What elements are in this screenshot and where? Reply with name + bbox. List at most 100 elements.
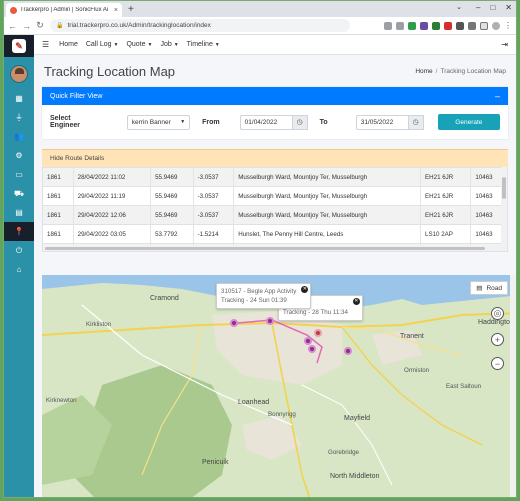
- breadcrumb-separator: /: [435, 67, 438, 75]
- map-marker[interactable]: [308, 345, 316, 353]
- sidebar-item-users[interactable]: 👥: [4, 127, 34, 146]
- users-icon: 👥: [14, 132, 24, 141]
- hamburger-icon[interactable]: ☰: [42, 40, 49, 49]
- top-navbar: ☰ Home Call Log ▼ Quote ▼ Job ▼ Timeline…: [34, 35, 516, 55]
- table-row[interactable]: 1861 29/04/2022 12:06 55.9469 -3.0537 Mussel…: [43, 205, 507, 225]
- close-window-icon[interactable]: ✕: [505, 3, 512, 12]
- collapse-icon[interactable]: –: [495, 91, 500, 101]
- clock-icon[interactable]: ◷: [291, 114, 308, 130]
- sidebar-item-desktop[interactable]: ▭: [4, 165, 34, 184]
- tab-bar: Trackerpro | Admin | SonicFlux Ai × + ⌄ …: [4, 1, 516, 17]
- road-label: Road: [486, 284, 502, 292]
- generate-button[interactable]: Generate: [437, 114, 500, 130]
- extension-purple-icon[interactable]: [420, 21, 428, 30]
- avatar[interactable]: [10, 65, 28, 83]
- map-label-mayfield: Mayfield: [344, 415, 371, 422]
- sidebar-item-plug[interactable]: ⏚: [4, 108, 34, 127]
- table-cell: Musselburgh Ward, Mountjoy Ter, Musselbu…: [233, 167, 422, 187]
- new-tab-button[interactable]: +: [128, 4, 134, 15]
- browser-menu-icon[interactable]: ⋮: [504, 21, 512, 30]
- to-date-value[interactable]: 31/05/2022: [355, 114, 408, 130]
- to-date-field[interactable]: 31/05/2022 ◷: [355, 114, 424, 130]
- nav-job[interactable]: Job ▼: [160, 41, 178, 48]
- grid-icon: ▦: [15, 94, 23, 103]
- forward-icon[interactable]: →: [22, 21, 31, 31]
- map-marker[interactable]: [230, 319, 238, 327]
- table-cell: 29/04/2022 11:19: [73, 186, 152, 206]
- nav-call-log[interactable]: Call Log ▼: [86, 41, 119, 48]
- table-cell: -1.5214: [193, 224, 235, 244]
- table-row[interactable]: 1861 29/04/2022 03:05 53.7792 -1.5214 Hunsle…: [43, 224, 507, 244]
- browser-tab[interactable]: Trackerpro | Admin | SonicFlux Ai ×: [6, 3, 122, 17]
- engineer-value: kerrin Banner: [131, 118, 171, 126]
- sidebar-item-truck[interactable]: ⛟: [4, 184, 34, 203]
- plug-alt-icon: ⏻: [15, 245, 23, 255]
- nav-home[interactable]: Home: [59, 41, 78, 48]
- route-details-card: Hide Route Details 1861 28/04/2022 11:02 5…: [42, 149, 508, 252]
- breadcrumb-home[interactable]: Home: [415, 68, 432, 75]
- bookmark-star-icon[interactable]: [396, 21, 404, 30]
- map-marker[interactable]: [304, 337, 312, 345]
- sidebar-item-warehouse[interactable]: ⌂: [4, 260, 34, 279]
- tracking-map[interactable]: Cramond Kirkliston Haddington Tranent Or…: [42, 275, 516, 497]
- tab-search-icon[interactable]: ⌄: [456, 3, 462, 12]
- nav-quote[interactable]: Quote ▼: [126, 41, 152, 48]
- popup-close-icon[interactable]: ✕: [352, 298, 360, 305]
- app-logo[interactable]: ✎: [4, 35, 34, 57]
- nav-timeline[interactable]: Timeline ▼: [187, 41, 220, 48]
- caret-down-icon: ▼: [113, 42, 119, 48]
- table-cell: EH21 6JR: [420, 205, 472, 225]
- map-label-kirknewton: Kirknewton: [46, 397, 77, 404]
- minimize-icon[interactable]: –: [476, 3, 480, 12]
- nav-job-label: Job: [160, 41, 172, 48]
- maximize-icon[interactable]: □: [490, 3, 495, 12]
- zoom-in-icon[interactable]: +: [491, 333, 504, 346]
- locate-me-icon[interactable]: ◎: [491, 307, 504, 320]
- extension-pdf-icon[interactable]: [444, 21, 452, 30]
- url-field[interactable]: 🔒 trial.trackerpro.co.uk/Admin/trackingl…: [50, 19, 350, 32]
- sidebar-item-dashboard[interactable]: ▦: [4, 89, 34, 108]
- profile-icon[interactable]: [492, 21, 500, 30]
- table-cell: 55.9469: [150, 186, 194, 206]
- sidebar-item-power[interactable]: ⏻: [4, 241, 34, 260]
- extension-dark-icon[interactable]: [456, 21, 464, 30]
- extension-sheets-icon[interactable]: [408, 21, 416, 30]
- table-row[interactable]: 1861 28/04/2022 11:02 55.9469 -3.0537 Mussel…: [43, 167, 507, 187]
- breadcrumb: Home / Tracking Location Map: [415, 68, 506, 75]
- table-vertical-scrollbar[interactable]: [501, 167, 507, 251]
- page-vertical-scrollbar[interactable]: [510, 275, 516, 497]
- map-marker[interactable]: [314, 329, 322, 337]
- sidebar-item-user-settings[interactable]: ⚙: [4, 146, 34, 165]
- map-marker[interactable]: [344, 347, 352, 355]
- tab-close-icon[interactable]: ×: [114, 7, 118, 14]
- page-header: Tracking Location Map Home / Tracking Loca…: [34, 55, 516, 87]
- sidepanel-icon[interactable]: [480, 21, 488, 30]
- map-type-road-button[interactable]: ▤ Road: [470, 281, 508, 295]
- quick-filter-title: Quick Filter View: [50, 92, 103, 100]
- share-icon[interactable]: [384, 21, 392, 30]
- sidebar-item-stock[interactable]: ▤: [4, 203, 34, 222]
- caret-down-icon: ▼: [147, 42, 153, 48]
- tab-title: Trackerpro | Admin | SonicFlux Ai: [20, 7, 109, 13]
- zoom-out-icon[interactable]: −: [491, 357, 504, 370]
- popup-close-icon[interactable]: ✕: [301, 286, 309, 293]
- extensions-puzzle-icon[interactable]: [468, 21, 476, 30]
- table-cell: 1861: [43, 167, 74, 187]
- from-date-value[interactable]: 01/04/2022: [239, 114, 292, 130]
- map-marker[interactable]: [266, 317, 274, 325]
- hide-route-details-toggle[interactable]: Hide Route Details: [42, 149, 508, 167]
- table-row[interactable]: 1861 29/04/2022 11:19 55.9469 -3.0537 Mussel…: [43, 186, 507, 206]
- popup-line-1: 310517 - Begle App Activity: [221, 288, 297, 295]
- extension-green-icon[interactable]: [432, 21, 440, 30]
- table-cell: 53.7792: [150, 224, 194, 244]
- back-icon[interactable]: ←: [8, 21, 17, 31]
- reload-icon[interactable]: ↻: [36, 20, 44, 31]
- to-label: To: [319, 118, 328, 126]
- clock-icon[interactable]: ◷: [407, 114, 424, 130]
- from-date-field[interactable]: 01/04/2022 ◷: [239, 114, 308, 130]
- route-table-container: 1861 28/04/2022 11:02 55.9469 -3.0537 Mussel…: [42, 167, 508, 252]
- logout-icon[interactable]: ⇥: [501, 40, 508, 49]
- sidebar-item-tracking[interactable]: 📍: [4, 222, 34, 241]
- table-horizontal-scrollbar[interactable]: [43, 246, 501, 251]
- engineer-select[interactable]: kerrin Banner ▼: [126, 114, 191, 130]
